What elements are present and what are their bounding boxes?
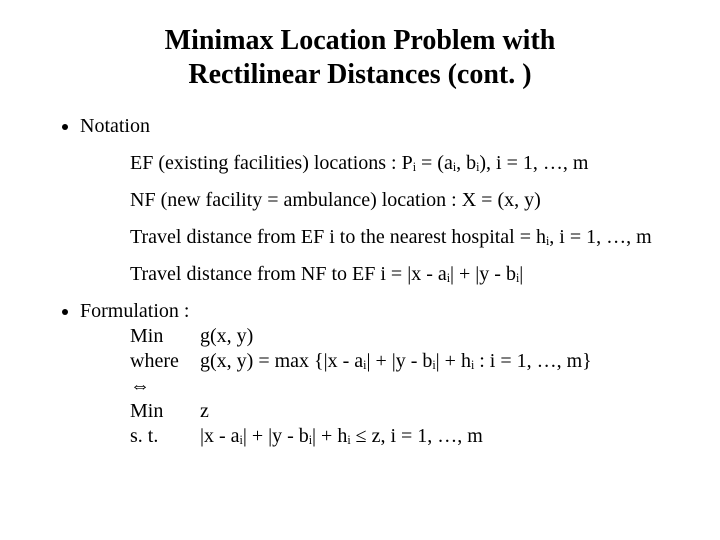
bullet-formulation: Formulation : Min g(x, y) where g(x, y) … [80,300,680,448]
form-row-where: where g(x, y) = max {|x - aᵢ| + |y - bᵢ|… [130,350,680,373]
form-min2: Min [130,400,200,423]
bullet-notation-label: Notation [80,115,150,137]
equiv-icon: ⇔ [130,375,200,398]
form-where: where [130,350,200,373]
slide: Minimax Location Problem with Rectilinea… [0,0,720,540]
notation-block: EF (existing facilities) locations : Pᵢ … [130,152,680,286]
notation-nf: NF (new facility = ambulance) location :… [130,189,680,212]
form-row-min-g: Min g(x, y) [130,325,680,348]
notation-ef: EF (existing facilities) locations : Pᵢ … [130,152,680,175]
slide-title: Minimax Location Problem with Rectilinea… [40,24,680,91]
bullet-notation: Notation EF (existing facilities) locati… [80,115,680,286]
form-st: s. t. [130,425,200,448]
form-g1: g(x, y) [200,325,680,348]
notation-hi: Travel distance from EF i to the nearest… [130,226,680,249]
title-line-2: Rectilinear Distances (cont. ) [188,59,531,90]
notation-dist: Travel distance from NF to EF i = |x - a… [130,263,680,286]
form-gdef: g(x, y) = max {|x - aᵢ| + |y - bᵢ| + hᵢ … [200,350,680,373]
content-list: Notation EF (existing facilities) locati… [40,115,680,448]
title-line-1: Minimax Location Problem with [165,25,556,56]
form-equiv-empty [200,375,680,398]
formulation-block: Min g(x, y) where g(x, y) = max {|x - aᵢ… [130,325,680,448]
form-z: z [200,400,680,423]
bullet-formulation-label: Formulation : [80,300,189,322]
form-row-equiv: ⇔ [130,375,680,398]
form-row-min-z: Min z [130,400,680,423]
form-min1: Min [130,325,200,348]
form-row-st: s. t. |x - aᵢ| + |y - bᵢ| + hᵢ ≤ z, i = … [130,425,680,448]
form-constraint: |x - aᵢ| + |y - bᵢ| + hᵢ ≤ z, i = 1, …, … [200,425,680,448]
